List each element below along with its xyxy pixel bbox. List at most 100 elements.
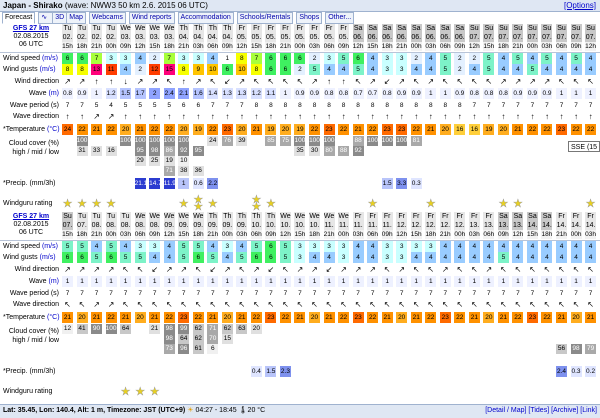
precip-cell: 1.5 bbox=[265, 366, 277, 377]
model-link[interactable]: GFS 27 km bbox=[0, 25, 62, 33]
day-cell: Tu bbox=[91, 24, 103, 33]
tab-wind-reports[interactable]: Wind reports bbox=[128, 12, 175, 24]
wave-cell: 0.8 bbox=[483, 88, 495, 99]
cloud-cell: 79 bbox=[585, 344, 597, 354]
tab-shops[interactable]: Shops bbox=[296, 12, 323, 24]
wind-speed-cell: 4 bbox=[483, 241, 495, 252]
wave-cell: 0.8 bbox=[338, 88, 350, 99]
wind-arrow-icon: ↗ bbox=[311, 77, 318, 86]
wave-arrow-icon: ↑ bbox=[138, 112, 143, 121]
wind-speed-cell: 7 bbox=[91, 53, 103, 64]
wind-gusts-cell: 4 bbox=[585, 64, 597, 75]
label-wind-gusts-unit[interactable]: (m/s) bbox=[40, 254, 56, 261]
wind-gusts-cell: 4 bbox=[410, 252, 422, 263]
day-cell: Fr bbox=[352, 212, 364, 221]
wave-arrow-icon: ↑ bbox=[530, 112, 535, 121]
wave-period-cell: 7 bbox=[472, 102, 477, 109]
wind-arrow-icon: ↖ bbox=[412, 265, 420, 274]
wind-arrow-icon: ↙ bbox=[209, 265, 217, 274]
wind-arrow-icon: ↖ bbox=[253, 77, 260, 86]
wind-arrow-icon: ↖ bbox=[136, 265, 144, 274]
date-cell: 06. bbox=[454, 33, 466, 42]
wave-arrow-icon: ↖ bbox=[514, 300, 522, 309]
date-cell: 07. bbox=[62, 221, 73, 230]
wind-arrow-icon: ↙ bbox=[267, 265, 275, 274]
footer-links[interactable]: [Detail / Map] [Tides] [Archive] [Link] bbox=[485, 405, 597, 417]
wave-cell: 1.6 bbox=[192, 88, 204, 99]
date-cell: 09. bbox=[207, 221, 219, 230]
wave-arrow-icon: ↖ bbox=[136, 300, 144, 309]
hour-cell: 00h bbox=[221, 230, 233, 239]
wind-speed-cell: 4 bbox=[207, 53, 219, 64]
temperature-cell: 22 bbox=[410, 124, 422, 135]
wind-speed-cell: 3 bbox=[381, 53, 393, 64]
wave-period-cell: 7 bbox=[80, 290, 84, 297]
day-cell: Fr bbox=[570, 212, 582, 221]
date-cell: 07. bbox=[512, 33, 524, 42]
model-link[interactable]: GFS 27 km bbox=[0, 213, 62, 221]
label-wind-direction: Wind direction bbox=[0, 264, 62, 275]
wave-arrow-icon: ↖ bbox=[558, 300, 565, 309]
tab-forecast[interactable]: Forecast bbox=[2, 12, 36, 24]
wave-arrow-icon: ↖ bbox=[456, 300, 464, 309]
wave-arrow-icon: ↖ bbox=[180, 300, 188, 309]
day-cell: Fr bbox=[396, 212, 408, 221]
wave-arrow-icon: ↑ bbox=[123, 112, 128, 121]
date-cell: 08. bbox=[134, 221, 146, 230]
tab-accommodation[interactable]: Accommodation bbox=[177, 12, 234, 24]
label-wind-direction-text: Wind direction bbox=[14, 78, 59, 85]
label-temperature-unit[interactable]: (°C) bbox=[47, 126, 60, 133]
wave-arrow-icon: ↖ bbox=[151, 300, 159, 309]
wind-gusts-cell: 5 bbox=[483, 64, 495, 75]
label-temperature-unit[interactable]: (°C) bbox=[47, 314, 60, 321]
wind-gusts-cell: 4 bbox=[526, 252, 538, 263]
cloud-cell: 71 bbox=[207, 324, 219, 334]
day-cell: Fr bbox=[556, 212, 568, 221]
tab-schools-rentals[interactable]: Schools/Rentals bbox=[236, 12, 294, 24]
wave-cell: 2.4 bbox=[163, 88, 175, 99]
tab-bar: Forecast ∿ 3D Map Webcams Wind reports Accommo… bbox=[0, 12, 600, 24]
cloud-cell: 85 bbox=[265, 136, 277, 146]
hour-cell: 00h bbox=[526, 42, 538, 51]
options-link[interactable]: [Options] bbox=[564, 1, 596, 10]
wind-gusts-cell: 6 bbox=[265, 64, 277, 75]
wave-arrow-icon: ↖ bbox=[267, 300, 275, 309]
wind-gusts-cell: 4 bbox=[468, 64, 480, 75]
wave-arrow-icon: ↑ bbox=[181, 112, 186, 121]
temperature-cell: 20 bbox=[178, 124, 190, 135]
tab-webcams[interactable]: Webcams bbox=[88, 12, 126, 24]
temperature-cell: 21 bbox=[236, 312, 248, 323]
wave-cell: 1 bbox=[570, 276, 582, 287]
wind-arrow-icon: ↗ bbox=[64, 265, 71, 274]
cloud-cell: 35 bbox=[294, 146, 306, 156]
wind-arrow-icon: ↗ bbox=[136, 77, 144, 86]
wave-cell: 1 bbox=[120, 276, 132, 287]
wave-arrow-icon: ↑ bbox=[65, 112, 70, 121]
temperature-cell: 22 bbox=[425, 312, 437, 323]
hour-cell: 21h bbox=[178, 42, 190, 51]
wind-speed-cell: 5 bbox=[76, 241, 88, 252]
label-wind-speed-unit[interactable]: (m/s) bbox=[42, 243, 58, 250]
temperature-cell: 20 bbox=[279, 124, 291, 135]
label-wave-unit[interactable]: (m) bbox=[49, 90, 60, 97]
location-info: Lat: 35.45, Lon: 140.4, Alt: 1 m, Timezo… bbox=[3, 407, 266, 414]
label-wind-gusts-unit[interactable]: (m/s) bbox=[40, 66, 56, 73]
star-icon: ★ bbox=[149, 386, 160, 397]
model-run: 06 UTC bbox=[18, 229, 44, 236]
wind-speed-cell: 4 bbox=[570, 241, 582, 252]
cloud-cell: 100 bbox=[381, 136, 393, 146]
hour-cell: 15h bbox=[294, 230, 306, 239]
hour-cell: 12h bbox=[468, 42, 480, 51]
day-cell: Tu bbox=[76, 24, 88, 33]
wave-cell: 1 bbox=[585, 276, 597, 287]
cloud-cell: 100 bbox=[294, 136, 306, 146]
tab-map[interactable]: Map bbox=[66, 12, 86, 24]
date-cell: 07. bbox=[541, 33, 553, 42]
wind-speed-cell: 5 bbox=[105, 241, 117, 252]
tab-other[interactable]: Other... bbox=[325, 12, 355, 24]
cloud-cell: 36 bbox=[192, 166, 204, 176]
wave-cell: 1 bbox=[367, 276, 379, 287]
wind-speed-cell: 4 bbox=[439, 241, 451, 252]
label-wave-unit[interactable]: (m) bbox=[49, 278, 60, 285]
label-wind-speed-unit[interactable]: (m/s) bbox=[42, 55, 58, 62]
